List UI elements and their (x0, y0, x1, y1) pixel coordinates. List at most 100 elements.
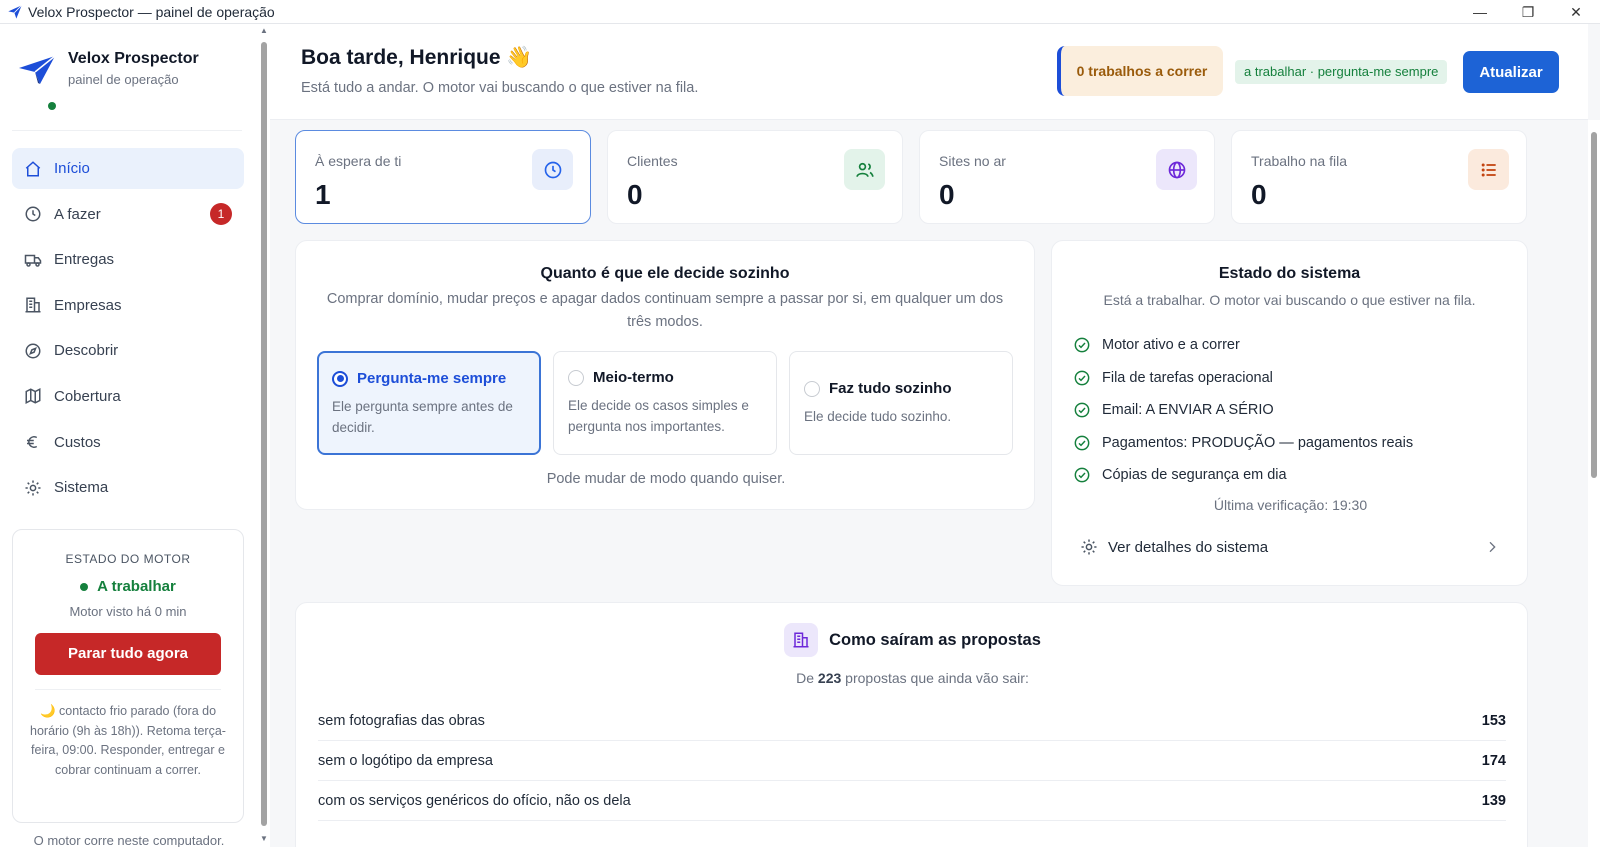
chevron-right-icon (1484, 539, 1500, 555)
autonomy-footer-note: Pode mudar de modo quando quiser. (546, 471, 786, 487)
euro-icon (24, 433, 42, 451)
system-details-link[interactable]: Ver detalhes do sistema (1080, 534, 1500, 560)
system-title: Estado do sistema (1218, 265, 1361, 282)
check-item: Pagamentos: PRODUÇÃO — pagamentos reais (1074, 427, 1413, 460)
main-content: Boa tarde, Henrique 👋 Está tudo a andar.… (270, 24, 1588, 847)
sidebar-nav: Início A fazer 1 Entregas Empresas Desco… (12, 148, 244, 513)
stat-card-sites[interactable]: Sites no ar 0 (919, 130, 1215, 224)
system-details-label: Ver detalhes do sistema (1108, 538, 1269, 556)
close-button[interactable]: ✕ (1552, 0, 1600, 24)
sidebar-item-label: Entregas (54, 251, 115, 269)
paper-plane-icon (6, 3, 24, 21)
sidebar-item-inicio[interactable]: Início (12, 148, 244, 189)
proposal-issue-count: 153 (1481, 712, 1506, 729)
sidebar-item-a-fazer[interactable]: A fazer 1 (12, 194, 244, 235)
stat-card-waiting[interactable]: À espera de ti 1 (295, 130, 591, 224)
radio-unselected-icon[interactable] (568, 369, 584, 386)
engine-status: A trabalhar (13, 578, 243, 595)
sidebar-item-sistema[interactable]: Sistema (12, 467, 244, 508)
proposals-subtitle: De 223 propostas que ainda vão sair: (296, 670, 1529, 686)
sidebar-item-descobrir[interactable]: Descobrir (12, 330, 244, 371)
compass-icon (24, 342, 42, 360)
stop-all-button[interactable]: Parar tudo agora (35, 633, 221, 675)
scroll-down-icon[interactable]: ▼ (260, 834, 268, 843)
divider (12, 130, 242, 131)
scroll-up-icon[interactable]: ▲ (260, 26, 268, 35)
sidebar-item-label: Sistema (54, 479, 109, 497)
sidebar-item-label: A fazer (54, 205, 101, 223)
truck-icon (24, 251, 42, 269)
todo-count-badge: 1 (210, 203, 232, 226)
main-scrollbar[interactable] (1588, 120, 1600, 847)
sidebar-item-cobertura[interactable]: Cobertura (12, 376, 244, 417)
minimize-button[interactable]: — (1456, 0, 1504, 24)
mode-option-description: Ele decide os casos simples e pergunta n… (568, 398, 749, 434)
map-icon (24, 387, 42, 405)
sidebar: Velox Prospector painel de operação Iníc… (0, 24, 258, 847)
sidebar-item-entregas[interactable]: Entregas (12, 239, 244, 280)
mode-option-label: Meio-termo (593, 369, 674, 386)
autonomy-title: Quanto é que ele decide sozinho (540, 265, 790, 282)
list-icon (1468, 149, 1509, 190)
refresh-button[interactable]: Atualizar (1463, 51, 1559, 93)
check-item: Email: A ENVIAR A SÉRIO (1074, 394, 1413, 427)
engine-last-seen: Motor visto há 0 min (69, 604, 187, 619)
proposals-list: sem fotografias das obras 153 sem o logó… (318, 701, 1506, 821)
radio-unselected-icon[interactable] (804, 380, 820, 397)
mode-option-label: Faz tudo sozinho (829, 380, 952, 397)
stat-value: 0 (939, 179, 955, 210)
check-item: Cópias de segurança em dia (1074, 459, 1413, 492)
check-label: Pagamentos: PRODUÇÃO — pagamentos reais (1102, 434, 1414, 451)
sidebar-item-label: Início (54, 160, 90, 177)
scrollbar-thumb[interactable] (261, 42, 267, 826)
check-circle-icon (1074, 370, 1090, 386)
paper-plane-logo-icon (18, 54, 58, 94)
proposal-issue-count: 139 (1481, 792, 1506, 809)
sun-gear-icon (24, 479, 42, 497)
mode-option-description: Ele pergunta sempre antes de decidir. (332, 399, 513, 435)
list-item: sem fotografias das obras 153 (318, 701, 1506, 741)
stat-value: 1 (315, 179, 331, 210)
mode-option-middle[interactable]: Meio-termo Ele decide os casos simples e… (553, 351, 777, 455)
sidebar-item-custos[interactable]: Custos (12, 422, 244, 463)
brand-name: Velox Prospector (68, 50, 199, 67)
sidebar-item-label: Descobrir (54, 342, 119, 360)
mode-option-ask-always[interactable]: Pergunta-me sempre Ele pergunta sempre a… (317, 351, 541, 455)
mode-option-all-alone[interactable]: Faz tudo sozinho Ele decide tudo sozinho… (789, 351, 1013, 455)
stat-label: Clientes (627, 153, 678, 169)
proposals-total: 223 (817, 670, 842, 686)
online-status-dot (48, 102, 56, 110)
globe-icon (1156, 149, 1197, 190)
scrollbar-thumb[interactable] (1591, 132, 1597, 478)
sun-gear-icon (1080, 538, 1098, 556)
sidebar-scrollbar[interactable]: ▲ ▼ (258, 24, 270, 847)
proposals-subtitle-prefix: De (796, 670, 815, 686)
maximize-button[interactable]: ❐ (1504, 0, 1552, 24)
check-label: Email: A ENVIAR A SÉRIO (1102, 402, 1274, 419)
autonomy-card: Quanto é que ele decide sozinho Comprar … (295, 240, 1035, 510)
engine-card-title: ESTADO DO MOTOR (65, 552, 191, 566)
check-circle-icon (1074, 467, 1090, 483)
stat-value: 0 (627, 179, 643, 210)
check-circle-icon (1074, 402, 1090, 418)
stat-card-queue[interactable]: Trabalho na fila 0 (1231, 130, 1527, 224)
brand: Velox Prospector painel de operação (18, 50, 199, 94)
building-icon (24, 296, 42, 314)
window-title: Velox Prospector — painel de operação (28, 3, 275, 20)
list-item: com os serviços genéricos do ofício, não… (318, 781, 1506, 821)
autonomy-description: Comprar domínio, mudar preços e apagar d… (326, 291, 1004, 330)
greeting-subtitle: Está tudo a andar. O motor vai buscando … (301, 80, 699, 96)
sidebar-item-label: Custos (54, 433, 101, 451)
home-icon (24, 160, 42, 178)
window-controls: — ❐ ✕ (1456, 0, 1600, 24)
building-icon (784, 623, 819, 657)
proposal-issue-label: sem fotografias das obras (318, 712, 485, 729)
mode-option-label: Pergunta-me sempre (357, 370, 507, 387)
check-item: Motor ativo e a correr (1074, 329, 1413, 362)
sidebar-item-empresas[interactable]: Empresas (12, 285, 244, 326)
check-label: Motor ativo e a correr (1102, 337, 1240, 354)
radio-selected-icon[interactable] (332, 370, 348, 387)
clock-icon (24, 205, 42, 223)
engine-schedule-note: 🌙 contacto frio parado (fora do horário … (30, 704, 226, 777)
stat-card-clients[interactable]: Clientes 0 (607, 130, 903, 224)
